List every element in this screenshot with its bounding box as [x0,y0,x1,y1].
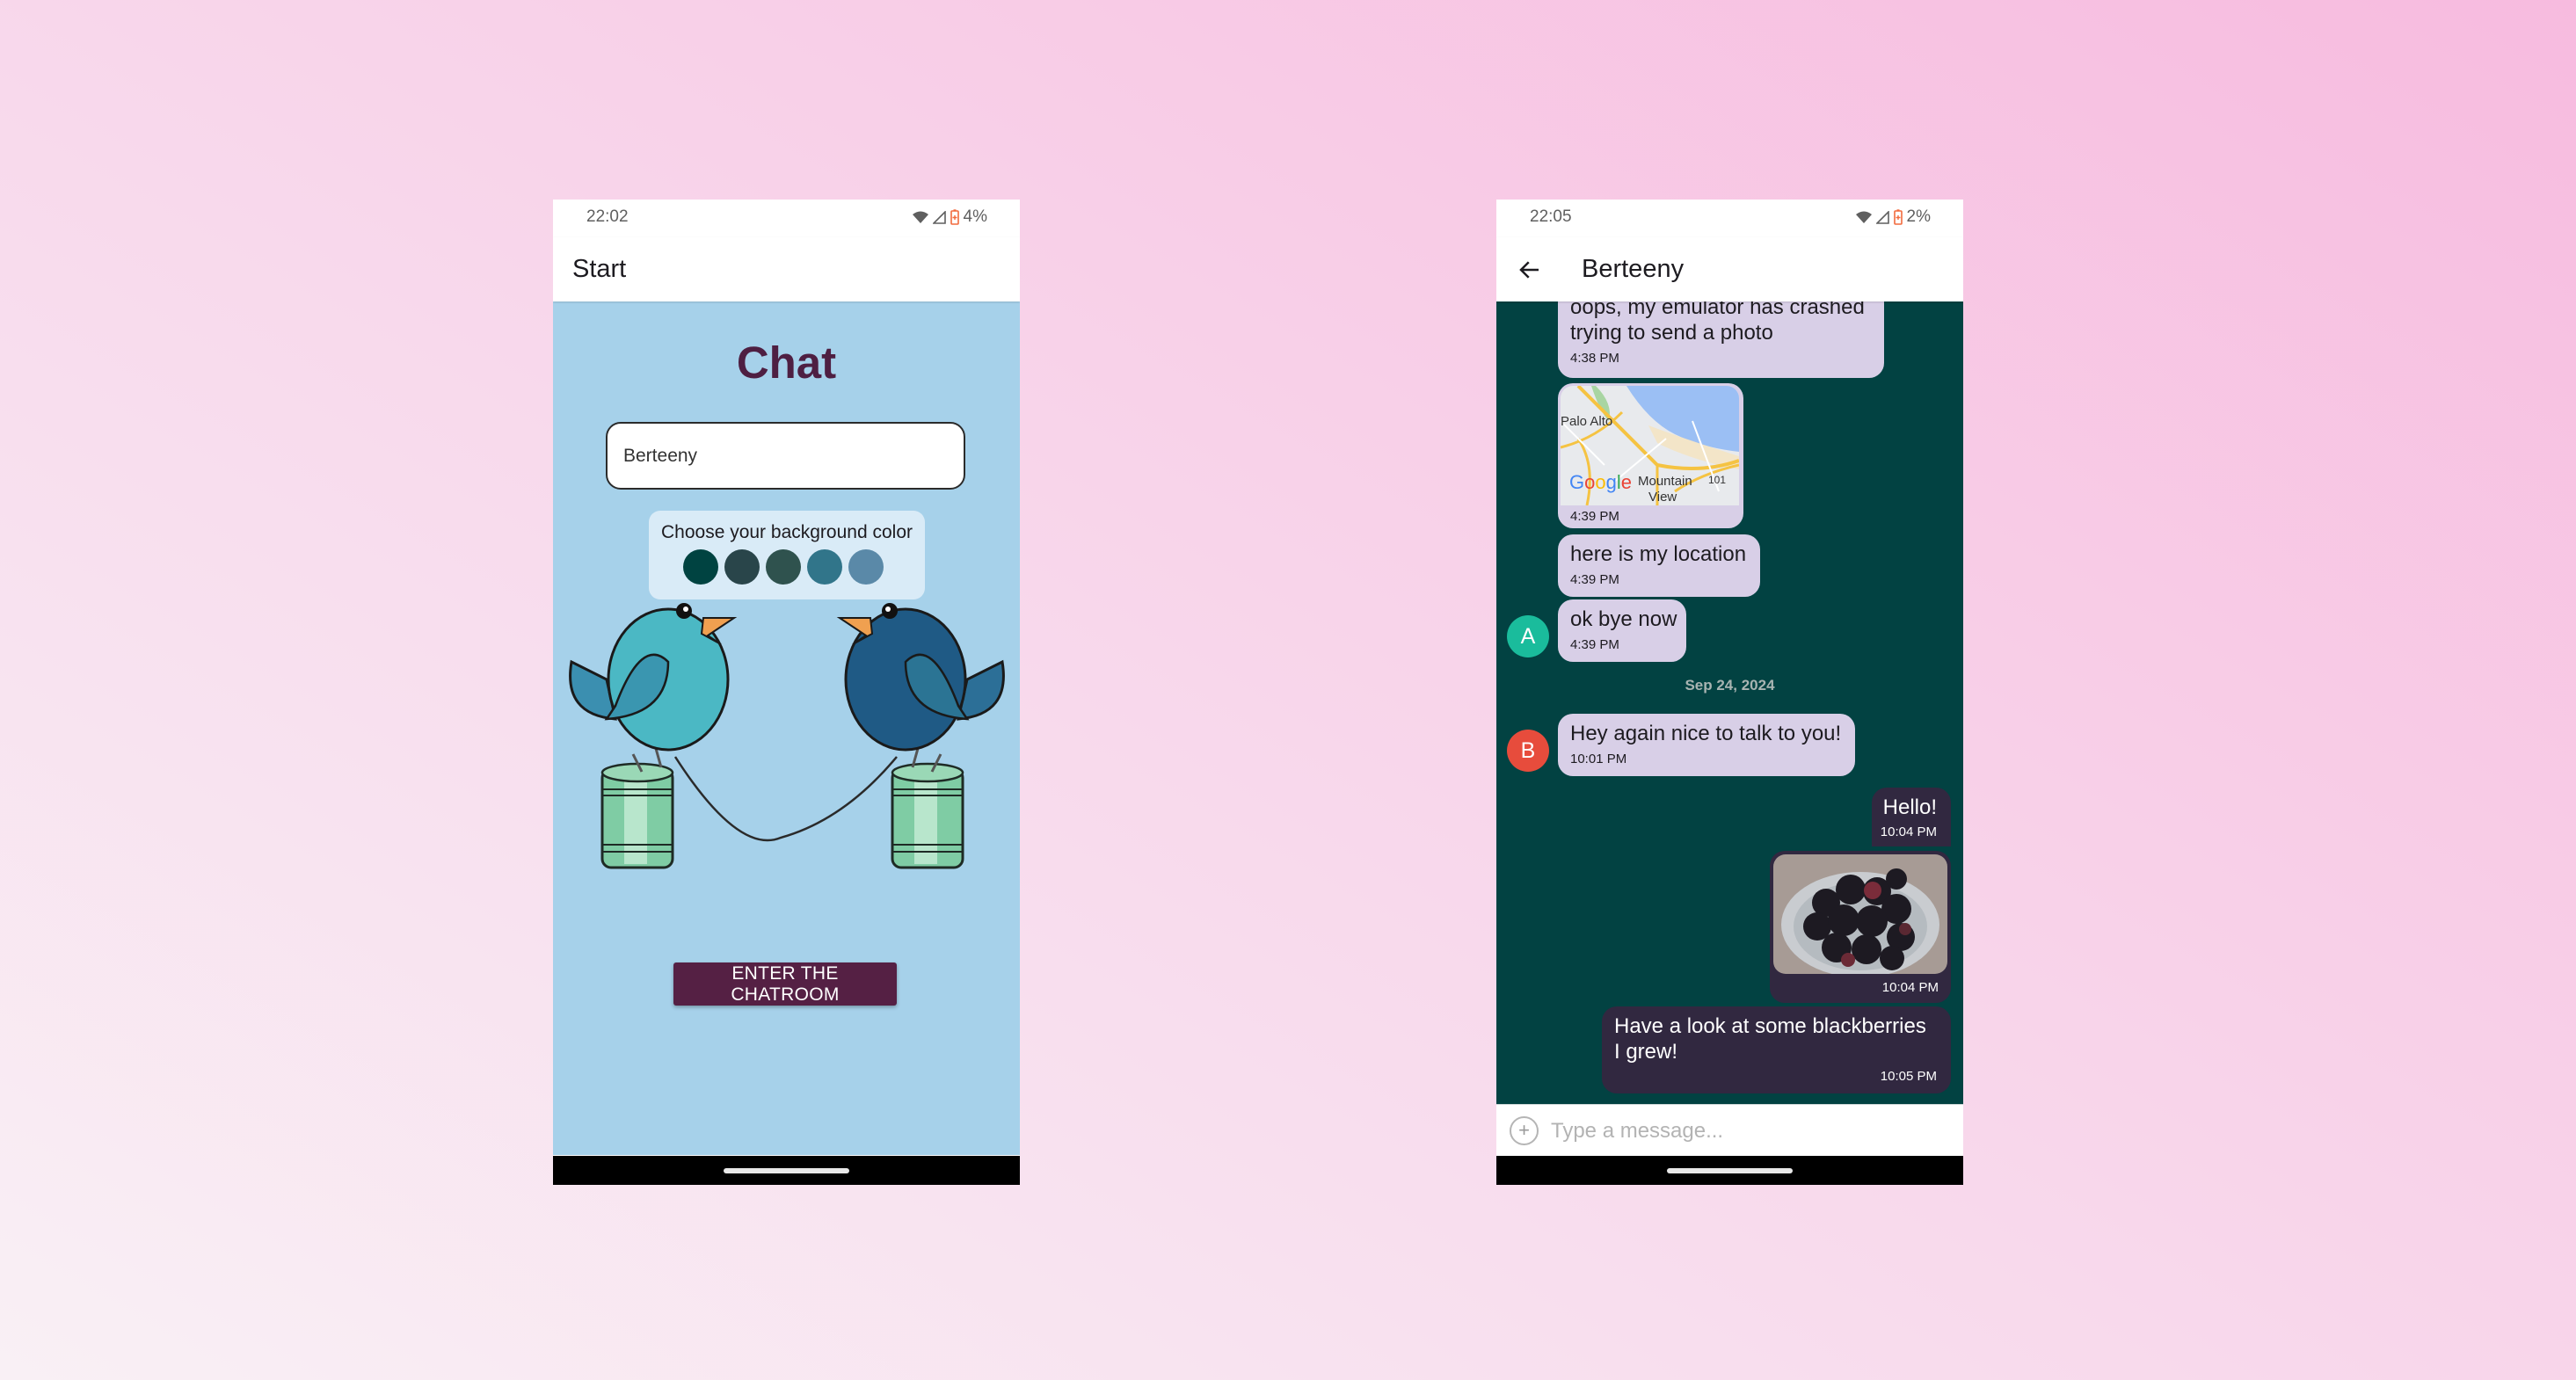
right-bird [836,603,1005,773]
image-message-bubble[interactable]: 10:04 PM [1770,851,1951,1003]
chat-screen-phone: 22:05 2% Berteeny oops, my emulator has … [1496,200,1963,1185]
color-swatch-5[interactable] [848,549,884,585]
color-swatch-2[interactable] [724,549,760,585]
username-input[interactable] [606,422,965,490]
cellular-signal-icon [1875,210,1889,224]
map-label-mountain-view: Mountain [1638,474,1692,489]
status-time: 22:05 [1530,207,1572,226]
start-screen-phone: 22:02 4% Start Chat Choose your backgrou… [553,200,1020,1185]
message-time: 10:04 PM [1881,980,1939,995]
app-bar-title: Start [572,255,627,283]
message-time: 4:39 PM [1570,637,1619,652]
message-text: Hello! [1882,795,1937,819]
message-list[interactable]: oops, my emulator has crashed trying to … [1496,301,1963,1104]
birds-illustration [569,603,1005,869]
wifi-icon [1855,211,1872,223]
message-input[interactable] [1549,1114,1939,1149]
message-text: Hey again nice to talk to you! [1570,722,1842,745]
home-gesture-handle[interactable] [1666,1168,1793,1173]
cellular-signal-icon [932,210,946,224]
message-time: 10:05 PM [1880,1069,1937,1084]
navigation-bar [1496,1156,1963,1185]
back-arrow-icon[interactable] [1517,257,1543,283]
map-label-highway: 101 [1708,474,1726,486]
map-label-palo-alto: Palo Alto [1561,414,1612,429]
message-bubble[interactable]: Have a look at some blackberries I grew!… [1602,1006,1951,1093]
google-logo: Google [1569,471,1632,493]
message-bubble[interactable]: here is my location 4:39 PM [1558,534,1760,597]
navigation-bar [553,1156,1020,1185]
status-bar: 22:05 2% [1496,200,1963,237]
color-swatch-1[interactable] [683,549,718,585]
map-label-view: View [1648,490,1677,505]
battery-percent: 2% [1906,207,1931,226]
message-time: 4:38 PM [1570,351,1619,366]
battery-percent: 4% [963,207,987,226]
map-thumbnail[interactable]: Palo Alto Mountain View 101 Google [1561,386,1739,505]
wifi-icon [912,211,928,223]
start-screen-body: Chat Choose your background color [553,301,1020,1155]
status-bar: 22:02 4% [553,200,1020,237]
avatar[interactable]: B [1507,730,1549,772]
color-picker-label: Choose your background color [660,522,913,542]
message-bubble[interactable]: ok bye now 4:39 PM [1558,599,1686,662]
map-message-bubble[interactable]: Palo Alto Mountain View 101 Google 4:39 … [1558,383,1743,528]
message-time: 4:39 PM [1570,572,1619,587]
message-time: 4:39 PM [1570,509,1619,524]
message-text: oops, my emulator has crashed trying to … [1570,301,1865,345]
message-text: ok bye now [1570,607,1677,631]
message-time: 10:04 PM [1880,824,1937,839]
app-bar: Start [553,237,1020,301]
message-composer: + [1496,1104,1963,1157]
message-time: 10:01 PM [1570,752,1627,766]
message-text: Have a look at some blackberries I grew! [1614,1014,1926,1064]
app-bar: Berteeny [1496,237,1963,301]
message-bubble[interactable]: Hello! 10:04 PM [1872,788,1951,846]
battery-charging-icon [950,209,959,225]
blackberries-photo[interactable] [1773,854,1947,974]
color-swatch-4[interactable] [807,549,842,585]
avatar[interactable]: A [1507,615,1549,657]
enter-chatroom-button[interactable]: ENTER THE CHATROOM [673,962,897,1006]
message-text: here is my location [1570,542,1747,566]
message-bubble[interactable]: Hey again nice to talk to you! 10:01 PM [1558,714,1855,776]
app-bar-title: Berteeny [1582,255,1685,283]
status-time: 22:02 [586,207,629,226]
page-title: Chat [736,338,837,388]
left-can [600,762,674,869]
left-bird [569,603,738,773]
color-swatches [683,549,884,585]
color-swatch-3[interactable] [766,549,801,585]
add-attachment-icon[interactable]: + [1510,1116,1539,1145]
home-gesture-handle[interactable] [723,1168,849,1173]
battery-charging-icon [1893,209,1903,225]
message-bubble[interactable]: oops, my emulator has crashed trying to … [1558,301,1884,378]
right-can [891,762,964,869]
date-separator: Sep 24, 2024 [1685,677,1775,694]
background-color-picker: Choose your background color [649,511,925,599]
